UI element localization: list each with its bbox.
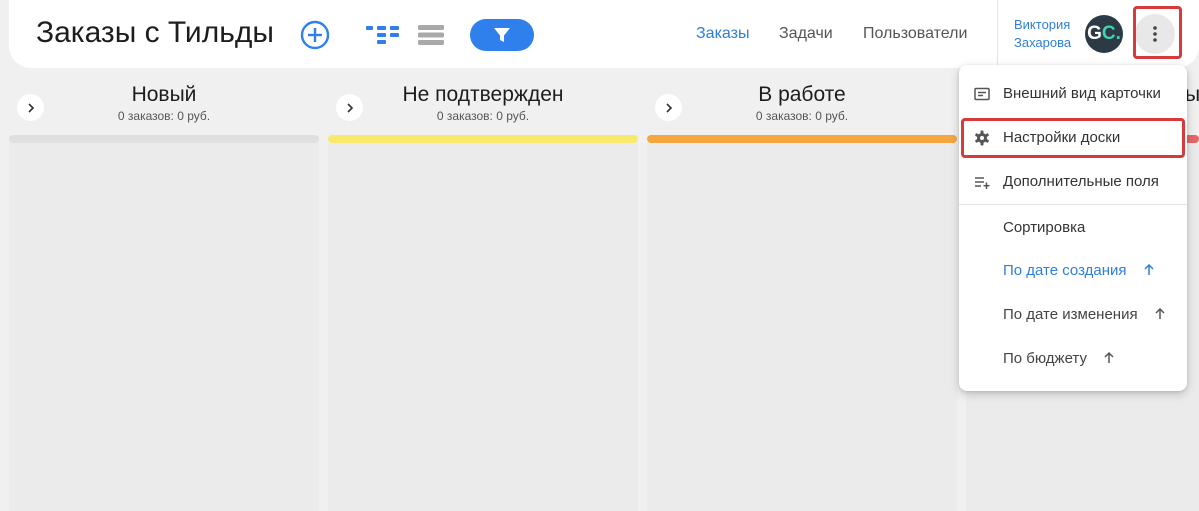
header-divider [997,0,998,68]
menu-item-board-settings[interactable]: Настройки доски [959,116,1187,160]
menu-item-label: Внешний вид карточки [1003,85,1161,102]
column-in-progress: В работе 0 заказов: 0 руб. [647,78,957,511]
avatar-initials-accent: C. [1101,23,1121,44]
sort-by-budget[interactable]: По бюджету [1003,350,1115,372]
filter-icon [494,28,510,42]
list-view-button[interactable] [418,24,444,46]
arrow-up-icon [1104,351,1114,363]
menu-item-extra-fields[interactable]: Дополнительные поля [959,160,1187,204]
column-summary: 0 заказов: 0 руб. [117,109,211,123]
column-title: Новый [131,83,197,106]
list-view-icon [418,25,444,45]
column-title-partial: ы [1185,83,1199,106]
add-fields-icon [975,177,990,189]
column-color-bar [9,135,319,143]
arrow-up-icon [1144,263,1154,275]
sort-by-modified[interactable]: По дате изменения [1003,306,1166,328]
user-last-name: Захарова [1014,35,1072,50]
board-options-menu: Внешний вид карточки Настройки доски Доп… [959,65,1187,391]
sort-header: Сортировка [1003,219,1086,236]
column-title: В работе [758,83,846,106]
add-order-button[interactable] [300,20,330,50]
sort-option-label: По бюджету [1003,350,1087,367]
nav-orders[interactable]: Заказы [696,25,749,43]
column-summary: 0 заказов: 0 руб. [755,109,849,123]
avatar[interactable]: G C. [1085,15,1123,53]
gear-icon [975,130,989,146]
column-new: Новый 0 заказов: 0 руб. [9,78,319,511]
plus-circle-icon [300,20,330,50]
menu-divider [959,204,1187,205]
column-color-bar [328,135,638,143]
sort-option-label: По дате создания [1003,262,1127,279]
more-vertical-icon [1153,26,1157,42]
nav-tasks[interactable]: Задачи [779,25,833,43]
column-body [9,143,319,511]
sort-option-label: По дате изменения [1003,306,1138,323]
menu-item-card-view[interactable]: Внешний вид карточки [959,72,1187,116]
column-title: Не подтвержден [402,83,564,106]
filter-button[interactable] [470,19,534,51]
arrow-up-icon [1155,307,1165,319]
nav-users[interactable]: Пользователи [863,25,967,43]
column-body [328,143,638,511]
kanban-view-icon [366,26,399,44]
menu-item-label: Настройки доски [1003,129,1121,146]
column-body [647,143,957,511]
column-color-bar [647,135,957,143]
kanban-view-button[interactable] [366,24,402,46]
user-first-name: Виктория [1014,17,1071,32]
avatar-initials: G [1087,23,1102,44]
column-unconfirmed: Не подтвержден 0 заказов: 0 руб. [328,78,638,511]
more-options-button[interactable] [1135,14,1175,54]
board-title: Заказы с Тильды [36,16,274,49]
user-name[interactable]: Виктория Захарова [1014,16,1071,52]
sort-by-created[interactable]: По дате создания [1003,262,1155,284]
card-view-icon [974,87,990,101]
menu-item-label: Дополнительные поля [1003,173,1159,190]
column-summary: 0 заказов: 0 руб. [436,109,530,123]
